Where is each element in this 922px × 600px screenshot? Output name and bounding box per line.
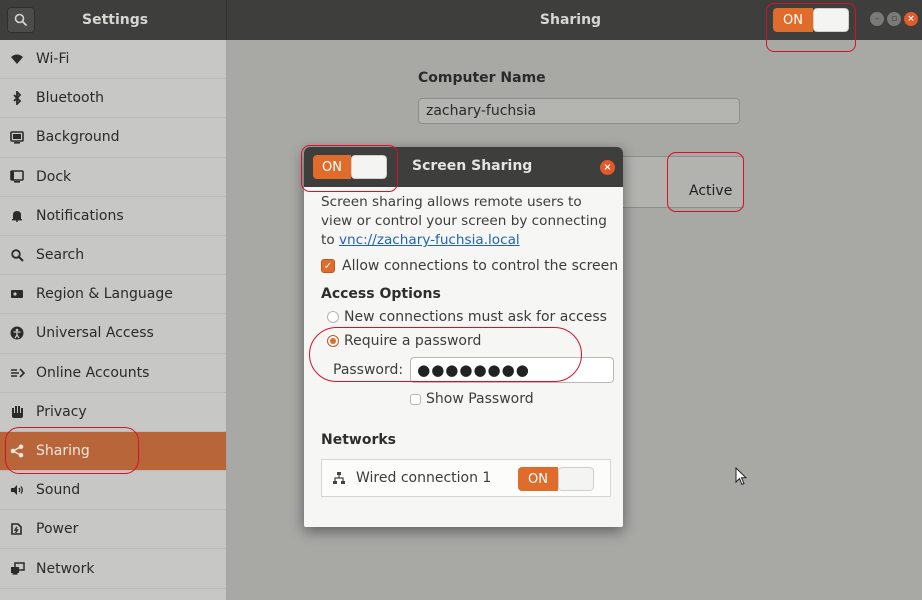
dialog-header: ON Screen Sharing × — [304, 147, 623, 187]
switch-on-label: ON — [518, 467, 558, 491]
sidebar-item-region-language[interactable]: Region & Language — [0, 275, 226, 315]
search-icon — [9, 247, 25, 263]
dialog-body: Screen sharing allows remote users to vi… — [321, 193, 618, 497]
switch-knob — [813, 8, 849, 32]
dialog-description: Screen sharing allows remote users to vi… — [321, 193, 611, 250]
password-label: Password: — [333, 362, 404, 378]
sidebar-item-dock[interactable]: Dock — [0, 158, 226, 197]
screen-sharing-status[interactable]: Active — [689, 183, 732, 199]
sidebar-item-label: Region & Language — [36, 286, 173, 303]
option-ask-row[interactable]: New connections must ask for access — [327, 309, 607, 325]
radio-ask[interactable] — [327, 311, 339, 323]
sidebar-item-label: Background — [36, 129, 120, 146]
bell-icon — [9, 208, 25, 224]
dock-icon — [9, 169, 25, 185]
hand-icon — [9, 404, 25, 420]
network-row: Wired connection 1 ON — [321, 459, 611, 497]
power-icon — [9, 521, 25, 537]
dialog-title: Screen Sharing — [412, 158, 533, 174]
close-button[interactable]: × — [904, 12, 918, 26]
networks-heading: Networks — [321, 432, 397, 448]
sidebar-item-sharing[interactable]: Sharing — [0, 431, 226, 472]
password-input[interactable]: ●●●●●●●● — [410, 357, 615, 383]
wired-network-icon — [332, 471, 346, 485]
region-icon — [9, 286, 25, 302]
sidebar-item-label: Sound — [36, 482, 81, 499]
sidebar-item-wifi[interactable]: Wi-Fi — [0, 40, 226, 80]
page-title: Sharing — [539, 12, 602, 28]
sidebar-item-label: Notifications — [36, 207, 124, 224]
vnc-link[interactable]: vnc://zachary-fuchsia.local — [339, 232, 520, 248]
sidebar-item-background[interactable]: Background — [0, 118, 226, 158]
network-switch[interactable]: ON — [518, 467, 594, 491]
mouse-cursor-icon — [735, 467, 748, 486]
search-icon — [14, 13, 28, 27]
computer-name-input[interactable]: zachary-fuchsia — [418, 98, 740, 124]
dialog-close-button[interactable]: × — [600, 160, 615, 175]
allow-control-checkbox[interactable]: ✓ — [321, 259, 335, 273]
maximize-button[interactable]: ▫ — [887, 12, 901, 26]
sidebar-item-online-accounts[interactable]: Online Accounts — [0, 354, 226, 393]
screen-sharing-dialog: ON Screen Sharing × Screen sharing allow… — [304, 147, 623, 527]
settings-title: Settings — [82, 12, 149, 28]
sidebar-item-bluetooth[interactable]: Bluetooth — [0, 79, 226, 119]
option-password-label: Require a password — [344, 333, 482, 349]
sidebar-item-label: Wi-Fi — [36, 51, 70, 68]
minimize-button[interactable]: – — [870, 12, 884, 26]
header-left: Settings — [0, 0, 227, 40]
sidebar-item-label: Search — [36, 247, 85, 264]
sidebar-item-privacy[interactable]: Privacy — [0, 393, 226, 432]
window-controls: – ▫ × — [870, 12, 918, 26]
close-icon: × — [603, 162, 612, 173]
switch-on-label: ON — [313, 155, 351, 179]
show-password-checkbox[interactable] — [410, 393, 421, 405]
sidebar-item-label: Bluetooth — [36, 90, 104, 107]
allow-control-label: Allow connections to control the screen — [342, 258, 619, 274]
sidebar-item-power[interactable]: Power — [0, 510, 226, 550]
sidebar-item-label: Sharing — [36, 442, 90, 459]
switch-on-label: ON — [773, 8, 813, 32]
sidebar: Wi-Fi Bluetooth Background Dock Notifica… — [0, 40, 227, 600]
sharing-main-switch[interactable]: ON — [773, 8, 849, 32]
sidebar-item-universal-access[interactable]: Universal Access — [0, 314, 226, 354]
sidebar-item-label: Online Accounts — [36, 364, 150, 381]
switch-knob — [558, 467, 594, 491]
online-accounts-icon — [9, 365, 25, 381]
sidebar-item-label: Universal Access — [36, 325, 154, 342]
screen-sharing-switch[interactable]: ON — [313, 155, 387, 179]
sidebar-item-label: Privacy — [36, 403, 87, 420]
show-password-label: Show Password — [426, 391, 534, 407]
network-icon — [9, 561, 25, 577]
sidebar-item-sound[interactable]: Sound — [0, 471, 226, 511]
switch-knob — [351, 155, 387, 179]
bluetooth-icon — [9, 90, 25, 106]
sidebar-item-label: Network — [36, 560, 95, 577]
share-icon — [9, 443, 25, 459]
allow-control-row[interactable]: ✓ Allow connections to control the scree… — [321, 258, 618, 274]
sidebar-item-network[interactable]: Network — [0, 549, 226, 589]
wifi-icon — [9, 51, 25, 67]
network-name: Wired connection 1 — [356, 470, 492, 486]
sidebar-item-label: Dock — [36, 168, 72, 185]
show-password-row[interactable]: Show Password — [410, 391, 534, 407]
background-icon — [9, 129, 25, 145]
computer-name-label: Computer Name — [418, 70, 546, 86]
minimize-icon: – — [874, 13, 880, 24]
access-options-heading: Access Options — [321, 286, 441, 302]
sidebar-item-notifications[interactable]: Notifications — [0, 197, 226, 236]
radio-password[interactable] — [327, 335, 339, 347]
maximize-icon: ▫ — [890, 13, 898, 24]
option-password-row[interactable]: Require a password — [327, 333, 481, 349]
option-ask-label: New connections must ask for access — [344, 309, 607, 325]
close-icon: × — [907, 13, 915, 24]
sidebar-item-search[interactable]: Search — [0, 236, 226, 276]
sidebar-item-label: Power — [36, 521, 79, 538]
password-row: Password: ●●●●●●●● — [333, 357, 615, 383]
search-button[interactable] — [7, 7, 35, 33]
speaker-icon — [9, 482, 25, 498]
accessibility-icon — [9, 325, 25, 341]
